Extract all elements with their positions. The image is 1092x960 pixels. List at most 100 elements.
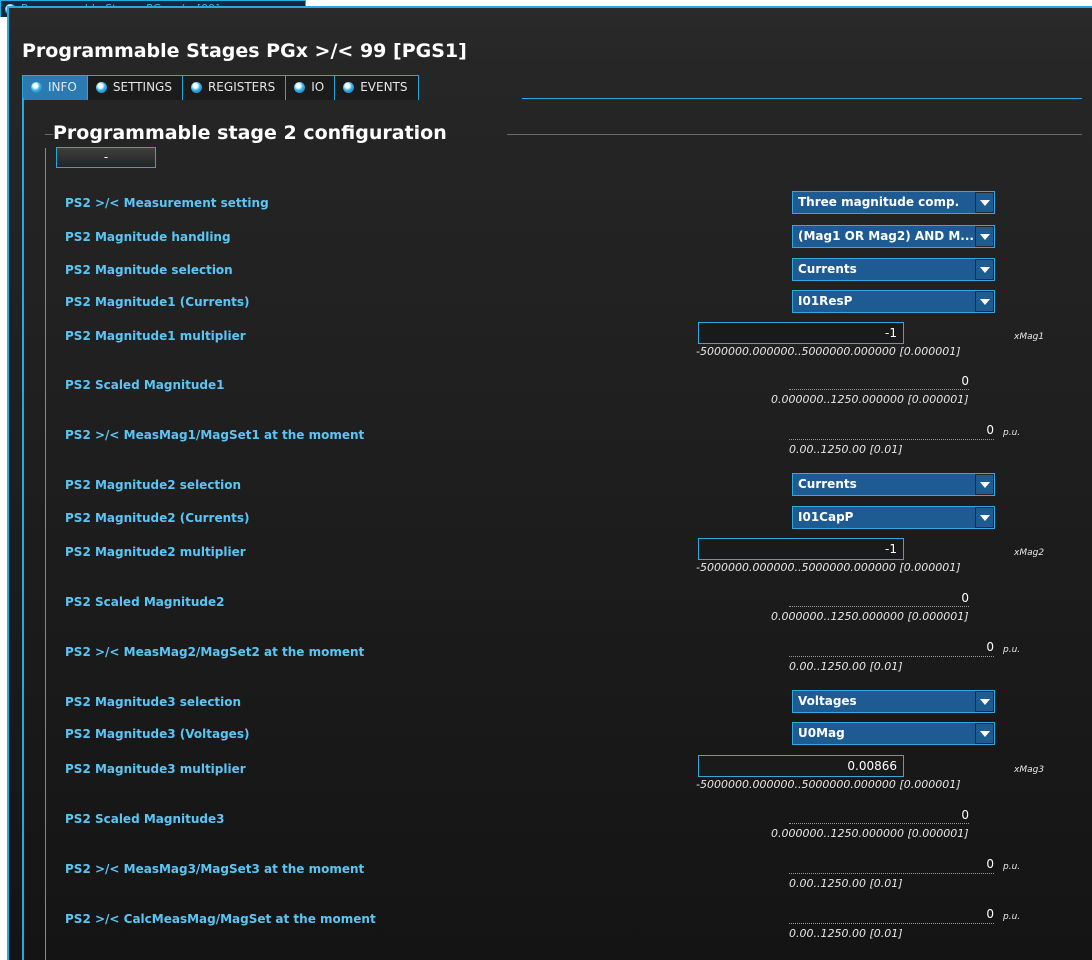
measmag3-range: 0.00..1250.00 [0.01] [789, 877, 903, 890]
magnitude1-multiplier-unit: xMag1 [1014, 332, 1045, 342]
tab-registers[interactable]: REGISTERS [182, 76, 287, 100]
tab-io-dot-icon [294, 82, 306, 93]
chevron-down-icon[interactable] [976, 260, 993, 279]
tab-settings[interactable]: SETTINGS [87, 76, 183, 100]
measurement-setting-label: PS2 >/< Measurement setting [65, 196, 269, 210]
magnitude2-multiplier-unit: xMag2 [1014, 548, 1045, 558]
magnitude2-label: PS2 Magnitude2 (Currents) [65, 511, 250, 525]
scaled-magnitude2-label: PS2 Scaled Magnitude2 [65, 595, 225, 609]
magnitude-selection-select[interactable]: Currents [792, 258, 995, 281]
magnitude2-selection-label: PS2 Magnitude2 selection [65, 478, 242, 492]
magnitude3-multiplier-label: PS2 Magnitude3 multiplier [65, 762, 246, 776]
magnitude-handling-select[interactable]: (Mag1 OR Mag2) AND M... [792, 225, 995, 248]
tab-io[interactable]: IO [286, 76, 336, 100]
measmag3-underline [789, 873, 994, 875]
calcmeasmag-range: 0.00..1250.00 [0.01] [789, 927, 903, 940]
magnitude1-multiplier-label: PS2 Magnitude1 multiplier [65, 329, 246, 343]
magnitude3-label: PS2 Magnitude3 (Voltages) [65, 727, 250, 741]
calcmeasmag-label: PS2 >/< CalcMeasMag/MagSet at the moment [65, 912, 376, 926]
scaled-magnitude3-underline [789, 823, 969, 825]
scaled-magnitude1-value: 0 [961, 374, 969, 388]
scaled-magnitude3-range: 0.000000..1250.000000 [0.000001] [771, 827, 969, 840]
chevron-down-icon[interactable] [976, 724, 993, 743]
tab-info[interactable]: INFO [23, 76, 88, 100]
scaled-magnitude3-label: PS2 Scaled Magnitude3 [65, 812, 225, 826]
magnitude2-multiplier-label: PS2 Magnitude2 multiplier [65, 545, 246, 559]
magnitude2-multiplier-input[interactable]: -1 [698, 538, 904, 560]
measmag3-unit: p.u. [1003, 862, 1021, 872]
magnitude3-value: U0Mag [793, 723, 975, 744]
tab-settings-label: SETTINGS [112, 80, 172, 94]
scaled-magnitude3-value: 0 [961, 808, 969, 822]
measmag1-unit: p.u. [1003, 428, 1021, 438]
scaled-magnitude2-range: 0.000000..1250.000000 [0.000001] [771, 610, 969, 623]
magnitude-handling-value: (Mag1 OR Mag2) AND M... [793, 226, 975, 247]
tab-info-label: INFO [48, 80, 77, 94]
magnitude3-multiplier-range: -5000000.000000..5000000.000000 [0.00000… [696, 778, 961, 791]
magnitude2-selection-select[interactable]: Currents [792, 473, 995, 496]
magnitude-selection-label: PS2 Magnitude selection [65, 263, 233, 277]
tab-registers-dot-icon [190, 82, 202, 93]
chevron-down-icon[interactable] [976, 508, 993, 527]
section-frame-tick [45, 134, 53, 135]
chevron-down-icon[interactable] [976, 692, 993, 711]
measmag2-value: 0 [986, 640, 994, 654]
tab-info-dot-icon [31, 82, 42, 93]
tab-events-label: EVENTS [360, 80, 408, 94]
section-title: Programmable stage 2 configuration [53, 122, 447, 144]
measmag1-range: 0.00..1250.00 [0.01] [789, 443, 903, 456]
calcmeasmag-underline [789, 923, 994, 925]
measmag2-underline [789, 656, 994, 658]
tab-registers-label: REGISTERS [207, 80, 276, 94]
magnitude1-select[interactable]: I01ResP [792, 290, 995, 313]
tab-underline [522, 98, 1082, 99]
calcmeasmag-value: 0 [986, 907, 994, 921]
page-title: Programmable Stages PGx >/< 99 [PGS1] [22, 40, 467, 62]
magnitude-selection-value: Currents [793, 259, 975, 280]
measmag2-unit: p.u. [1003, 645, 1021, 655]
tab-events-dot-icon [343, 82, 355, 93]
chevron-down-icon[interactable] [976, 475, 993, 494]
tab-io-label: IO [311, 80, 325, 94]
magnitude2-select[interactable]: I01CapP [792, 506, 995, 529]
magnitude3-selection-select[interactable]: Voltages [792, 690, 995, 713]
collapse-button[interactable]: - [56, 147, 156, 168]
main-panel: Programmable Stages PGx >/< 99 [PGS1] IN… [7, 6, 1092, 960]
chevron-down-icon[interactable] [976, 193, 993, 212]
magnitude2-multiplier-range: -5000000.000000..5000000.000000 [0.00000… [696, 561, 961, 574]
magnitude3-multiplier-unit: xMag3 [1014, 765, 1045, 775]
magnitude1-multiplier-input[interactable]: -1 [698, 322, 904, 344]
chevron-down-icon[interactable] [976, 292, 993, 311]
measmag3-label: PS2 >/< MeasMag3/MagSet3 at the moment [65, 862, 365, 876]
magnitude2-value: I01CapP [793, 507, 975, 528]
measmag2-label: PS2 >/< MeasMag2/MagSet2 at the moment [65, 645, 365, 659]
magnitude2-selection-value: Currents [793, 474, 975, 495]
section-frame-left [45, 148, 46, 960]
measmag1-underline [789, 439, 994, 441]
tab-events[interactable]: EVENTS [335, 76, 419, 100]
scaled-magnitude1-label: PS2 Scaled Magnitude1 [65, 378, 225, 392]
magnitude3-selection-value: Voltages [793, 691, 975, 712]
scaled-magnitude2-underline [789, 606, 969, 608]
scaled-magnitude1-underline [789, 389, 969, 391]
measmag1-label: PS2 >/< MeasMag1/MagSet1 at the moment [65, 428, 365, 442]
measurement-setting-select[interactable]: Three magnitude comp. [792, 191, 995, 214]
measmag1-value: 0 [986, 423, 994, 437]
magnitude1-label: PS2 Magnitude1 (Currents) [65, 295, 250, 309]
chevron-down-icon[interactable] [976, 227, 993, 246]
tab-bar: INFO SETTINGS REGISTERS IO EVENTS [22, 75, 419, 100]
measmag2-range: 0.00..1250.00 [0.01] [789, 660, 903, 673]
measmag3-value: 0 [986, 857, 994, 871]
scaled-magnitude1-range: 0.000000..1250.000000 [0.000001] [771, 393, 969, 406]
magnitude1-value: I01ResP [793, 291, 975, 312]
magnitude3-selection-label: PS2 Magnitude3 selection [65, 695, 242, 709]
magnitude3-select[interactable]: U0Mag [792, 722, 995, 745]
calcmeasmag-unit: p.u. [1003, 912, 1021, 922]
magnitude3-multiplier-input[interactable]: 0.00866 [698, 755, 904, 777]
content-border [22, 98, 24, 960]
scaled-magnitude2-value: 0 [961, 591, 969, 605]
magnitude1-multiplier-range: -5000000.000000..5000000.000000 [0.00000… [696, 345, 961, 358]
section-frame-line [507, 134, 1082, 135]
magnitude-handling-label: PS2 Magnitude handling [65, 230, 231, 244]
measurement-setting-value: Three magnitude comp. [793, 192, 975, 213]
